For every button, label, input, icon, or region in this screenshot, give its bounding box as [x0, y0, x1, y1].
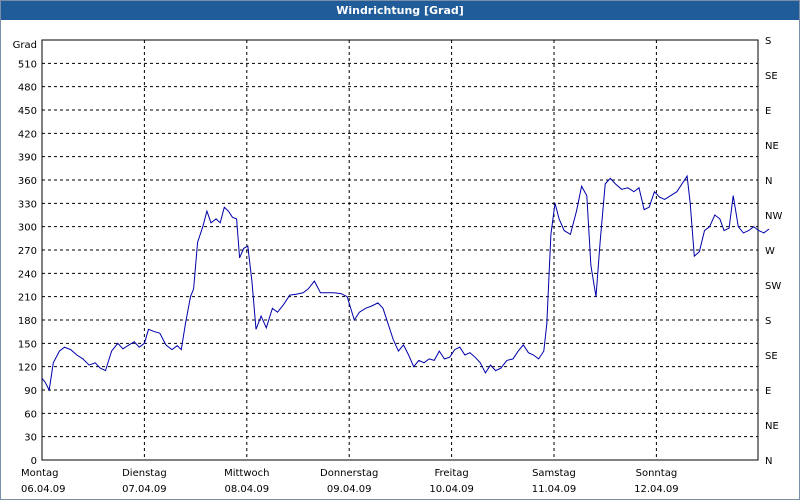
x-tick-date: 10.04.09 [429, 484, 474, 495]
x-axis-ticks: Montag 06.04.09 Dienstag 07.04.09 Mittwoch 08… [21, 468, 679, 495]
y2-tick-label: SW [765, 281, 781, 292]
y2-tick-label: S [765, 36, 771, 47]
x-tick-date: 06.04.09 [21, 484, 66, 495]
y-tick-label: 30 [24, 433, 37, 444]
y2-tick-label: N [765, 176, 772, 187]
x-tick-date: 11.04.09 [532, 484, 577, 495]
y-tick-label: 60 [24, 409, 37, 420]
y-tick-label: 480 [18, 83, 37, 94]
series-line [41, 174, 770, 392]
y2-axis-ticks: N NE E SE S SW W NW N NE E SE S [765, 36, 782, 467]
x-tick-day: Dienstag [122, 468, 167, 479]
x-tick-date: 07.04.09 [122, 484, 167, 495]
y-tick-label: 360 [18, 176, 37, 187]
y-axis-label: Grad [13, 40, 37, 51]
y-tick-label: 90 [24, 386, 37, 397]
y2-tick-label: S [765, 316, 771, 327]
y2-tick-label: SE [765, 351, 778, 362]
y-tick-label: 150 [18, 339, 37, 350]
x-tick-day: Donnerstag [320, 468, 378, 479]
y-tick-label: 210 [18, 293, 37, 304]
y2-tick-label: SE [765, 71, 778, 82]
y-tick-label: 0 [31, 456, 37, 467]
y2-tick-label: E [765, 386, 771, 397]
x-tick-day: Samstag [532, 468, 576, 479]
y-tick-label: 270 [18, 246, 37, 257]
y-axis-ticks: 0 30 60 90 120 150 180 210 240 270 300 330 360 390 420… [18, 59, 37, 467]
y-tick-label: 390 [18, 153, 37, 164]
y2-tick-label: E [765, 106, 771, 117]
y-tick-label: 240 [18, 269, 37, 280]
y2-tick-label: N [765, 456, 772, 467]
y2-tick-label: NW [765, 211, 782, 222]
x-tick-day: Mittwoch [224, 468, 269, 479]
y2-tick-label: W [765, 246, 775, 257]
y-tick-label: 300 [18, 223, 37, 234]
y-tick-label: 450 [18, 106, 37, 117]
y2-tick-label: NE [765, 421, 779, 432]
x-tick-date: 08.04.09 [225, 484, 270, 495]
x-tick-day: Montag [21, 468, 58, 479]
y-tick-label: 510 [18, 59, 37, 70]
x-tick-day: Freitag [434, 468, 468, 479]
y2-tick-label: NE [765, 141, 779, 152]
x-tick-day: Sonntag [636, 468, 678, 479]
y-tick-label: 330 [18, 199, 37, 210]
wind-direction-chart: 0 30 60 90 120 150 180 210 240 270 300 330 360 390 420… [13, 36, 783, 495]
x-tick-date: 12.04.09 [634, 484, 679, 495]
y-tick-label: 120 [18, 363, 37, 374]
grid-lines [42, 40, 758, 460]
y-tick-label: 180 [18, 316, 37, 327]
y-tick-label: 420 [18, 129, 37, 140]
x-tick-date: 09.04.09 [327, 484, 372, 495]
series-layer [41, 174, 770, 392]
